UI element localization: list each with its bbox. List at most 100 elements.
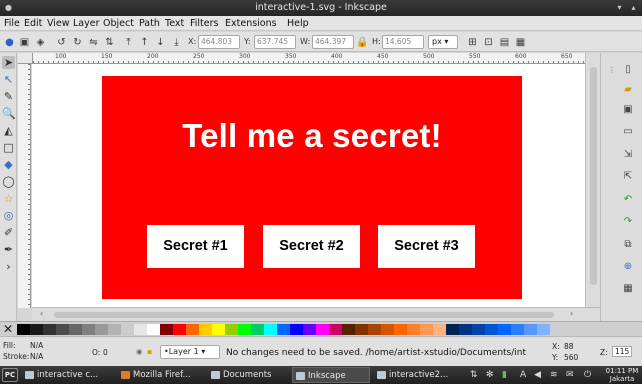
color-swatch[interactable]: [160, 324, 173, 335]
scroll-right-icon[interactable]: ›: [570, 309, 573, 318]
color-swatch[interactable]: [277, 324, 290, 335]
rotate-ccw-icon[interactable]: ↺: [55, 36, 68, 49]
color-swatch[interactable]: [303, 324, 316, 335]
power-icon[interactable]: ⏻: [584, 367, 591, 383]
color-swatch[interactable]: [238, 324, 251, 335]
menu-path[interactable]: Path: [139, 18, 160, 29]
secret-2-box[interactable]: Secret #2: [263, 225, 360, 268]
red-background-rect[interactable]: Tell me a secret! Secret #1 Secret #2 Se…: [102, 76, 522, 299]
vertical-scrollbar[interactable]: [585, 53, 600, 307]
lower-to-bottom-icon[interactable]: ⤓: [170, 36, 183, 49]
scale-corners-icon[interactable]: ⊡: [482, 36, 495, 49]
tweak-tool-icon[interactable]: ✎: [2, 90, 15, 103]
maximize-icon[interactable]: ▴: [628, 2, 639, 13]
star-tool-icon[interactable]: ☆: [2, 192, 15, 205]
color-swatch[interactable]: [82, 324, 95, 335]
wifi-icon[interactable]: ≋: [550, 367, 558, 383]
color-swatch[interactable]: [186, 324, 199, 335]
menu-extensions[interactable]: Extensions: [225, 18, 277, 29]
color-swatch[interactable]: [420, 324, 433, 335]
taskbar-item-active[interactable]: Inkscape: [292, 367, 370, 383]
color-swatch[interactable]: [485, 324, 498, 335]
color-swatch[interactable]: [407, 324, 420, 335]
color-swatch[interactable]: [290, 324, 303, 335]
color-swatch[interactable]: [199, 324, 212, 335]
drawing-canvas[interactable]: Tell me a secret! Secret #1 Secret #2 Se…: [32, 64, 585, 307]
menu-edit[interactable]: Edit: [24, 18, 42, 29]
color-swatch[interactable]: [342, 324, 355, 335]
menu-text[interactable]: Text: [165, 18, 184, 29]
color-swatch[interactable]: [108, 324, 121, 335]
color-swatch[interactable]: [264, 324, 277, 335]
zoom-input[interactable]: 115: [612, 346, 633, 357]
lock-icon[interactable]: 🔒: [356, 36, 369, 49]
color-swatch[interactable]: [30, 324, 43, 335]
color-swatch[interactable]: [537, 324, 550, 335]
opacity-value[interactable]: 0: [103, 348, 108, 357]
color-swatch[interactable]: [173, 324, 186, 335]
color-swatch[interactable]: [329, 324, 342, 335]
network-icon[interactable]: ⇅: [470, 367, 478, 383]
color-swatch[interactable]: [316, 324, 329, 335]
horizontal-scrollbar[interactable]: ‹ ›: [32, 307, 600, 321]
y-input[interactable]: 637.745: [254, 35, 296, 49]
taskbar-item[interactable]: interactive2...: [374, 367, 458, 383]
pencil-tool-icon[interactable]: ✐: [2, 226, 15, 239]
color-swatch[interactable]: [212, 324, 225, 335]
w-input[interactable]: 464.397: [312, 35, 354, 49]
taskbar-item[interactable]: Documents: [208, 367, 288, 383]
color-swatch[interactable]: [95, 324, 108, 335]
volume-icon[interactable]: ◀: [534, 367, 541, 383]
raise-to-top-icon[interactable]: ⤒: [122, 36, 135, 49]
select-all-icon[interactable]: ●: [3, 36, 16, 49]
select-all-layers-icon[interactable]: ▣: [18, 36, 31, 49]
color-swatch[interactable]: [459, 324, 472, 335]
menu-layer[interactable]: Layer: [73, 18, 100, 29]
menu-object[interactable]: Object: [103, 18, 134, 29]
open-icon[interactable]: ▰: [621, 83, 635, 97]
color-swatch[interactable]: [147, 324, 160, 335]
selector-tool-icon[interactable]: ➤: [2, 56, 15, 69]
scroll-left-icon[interactable]: ‹: [40, 309, 43, 318]
secret-1-box[interactable]: Secret #1: [147, 225, 244, 268]
minimize-icon[interactable]: ▾: [614, 2, 625, 13]
taskbar-item[interactable]: interactive c...: [22, 367, 114, 383]
duplicate-icon[interactable]: ▦: [621, 282, 635, 296]
save-icon[interactable]: ▣: [621, 103, 635, 117]
scale-stroke-icon[interactable]: ⊞: [466, 36, 479, 49]
move-patterns-icon[interactable]: ▦: [514, 36, 527, 49]
color-swatch[interactable]: [381, 324, 394, 335]
x-input[interactable]: 464.803: [198, 35, 240, 49]
h-input[interactable]: 14.605: [382, 35, 424, 49]
color-swatch[interactable]: [472, 324, 485, 335]
print-icon[interactable]: ▭: [621, 125, 635, 139]
zoom-tool-icon[interactable]: 🔍: [2, 107, 16, 120]
zoom-fit-icon[interactable]: ⊕: [621, 260, 635, 274]
export-icon[interactable]: ⇱: [621, 170, 635, 184]
raise-icon[interactable]: ↑: [138, 36, 151, 49]
unit-select[interactable]: px ▾: [428, 35, 458, 49]
menu-file[interactable]: File: [4, 18, 20, 29]
move-gradients-icon[interactable]: ▤: [498, 36, 511, 49]
color-swatch[interactable]: [511, 324, 524, 335]
toolbox-more-icon[interactable]: ›: [2, 260, 15, 273]
notifications-icon[interactable]: ✉: [566, 367, 574, 383]
color-swatch[interactable]: [498, 324, 511, 335]
new-document-icon[interactable]: ▯: [621, 63, 635, 77]
color-swatch[interactable]: [56, 324, 69, 335]
ellipse-tool-icon[interactable]: ◯: [2, 175, 15, 188]
snap-toggle-icon[interactable]: ⋮: [605, 63, 619, 77]
lower-icon[interactable]: ↓: [154, 36, 167, 49]
color-swatch[interactable]: [69, 324, 82, 335]
keyboard-layout-icon[interactable]: A: [520, 367, 526, 383]
color-swatch[interactable]: [134, 324, 147, 335]
no-paint-icon[interactable]: ✕: [3, 323, 13, 336]
color-swatch[interactable]: [394, 324, 407, 335]
bluetooth-icon[interactable]: ✻: [486, 367, 494, 383]
deselect-icon[interactable]: ◈: [34, 36, 47, 49]
color-swatch[interactable]: [225, 324, 238, 335]
start-menu-button[interactable]: PC: [2, 368, 18, 382]
copy-icon[interactable]: ⧉: [621, 238, 635, 252]
pen-tool-icon[interactable]: ✒: [2, 243, 15, 256]
clock[interactable]: 01:11 PM Jakarta: [604, 367, 640, 383]
